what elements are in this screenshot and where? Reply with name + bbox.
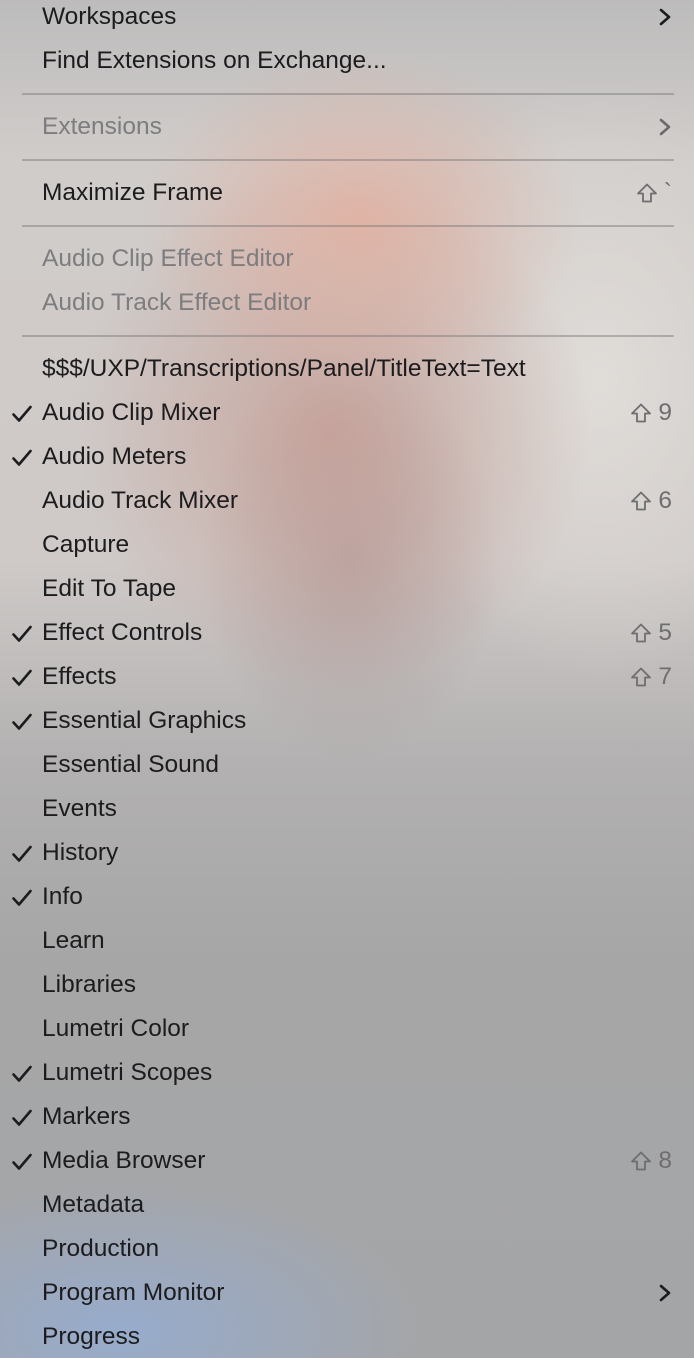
shortcut-key: 5 [658, 619, 672, 646]
menu-item-label: Audio Track Mixer [42, 487, 239, 514]
menu-item-label: Media Browser [42, 1147, 206, 1174]
menu-separator [22, 93, 674, 95]
menu-item-effect-controls[interactable]: Effect Controls 5 [0, 611, 694, 655]
shift-key-icon [631, 667, 652, 687]
menu-item-essential-graphics[interactable]: Essential Graphics [0, 699, 694, 743]
menu-item-audio-clip-effect-editor: Audio Clip Effect Editor [0, 237, 694, 281]
shift-key-icon [631, 403, 652, 423]
shift-key-icon [631, 623, 652, 643]
menu-item-audio-clip-mixer[interactable]: Audio Clip Mixer 9 [0, 391, 694, 435]
shift-key-icon [631, 1151, 652, 1171]
shortcut-key: 8 [658, 1147, 672, 1174]
menu-item-workspaces[interactable]: Workspaces [0, 0, 694, 39]
shortcut-key: ` [663, 179, 672, 206]
menu-item-label: Audio Clip Effect Editor [42, 245, 294, 272]
checkmark-icon [12, 625, 32, 642]
shortcut: 8 [630, 1139, 672, 1183]
shortcut-key: 9 [658, 399, 672, 426]
menu-item-label: Capture [42, 531, 130, 558]
menu-item-edit-to-tape[interactable]: Edit To Tape [0, 567, 694, 611]
menu-item-label: Audio Clip Mixer [42, 399, 221, 426]
menu-item-audio-track-mixer[interactable]: Audio Track Mixer 6 [0, 479, 694, 523]
checkmark-icon [12, 669, 32, 686]
menu-item-progress[interactable]: Progress [0, 1315, 694, 1358]
menu-item-media-browser[interactable]: Media Browser 8 [0, 1139, 694, 1183]
menu-item-history[interactable]: History [0, 831, 694, 875]
menu-item-label: Maximize Frame [42, 179, 224, 206]
menu-item-lumetri-scopes[interactable]: Lumetri Scopes [0, 1051, 694, 1095]
menu-separator [22, 335, 674, 337]
shortcut: ` [636, 171, 672, 215]
menu-item-label: Find Extensions on Exchange... [42, 47, 387, 74]
menu-item-program-monitor[interactable]: Program Monitor [0, 1271, 694, 1315]
menu-item-lumetri-color[interactable]: Lumetri Color [0, 1007, 694, 1051]
checkmark-icon [12, 889, 32, 906]
menu-item-essential-sound[interactable]: Essential Sound [0, 743, 694, 787]
menu-item-label: Markers [42, 1103, 131, 1130]
menu-item-label: Edit To Tape [42, 575, 176, 602]
menu-item-label: History [42, 839, 119, 866]
menu-item-libraries[interactable]: Libraries [0, 963, 694, 1007]
chevron-right-icon [659, 118, 671, 136]
chevron-right-icon [659, 1284, 671, 1302]
menu-item-learn[interactable]: Learn [0, 919, 694, 963]
menu-separator [22, 225, 674, 227]
shortcut: 9 [630, 391, 672, 435]
checkmark-icon [12, 449, 32, 466]
menu-item-label: Essential Sound [42, 751, 220, 778]
menu-item-label: Events [42, 795, 117, 822]
menu-item-uxp-transcriptions-panel-titletext-text[interactable]: $$$/UXP/Transcriptions/Panel/TitleText=T… [0, 347, 694, 391]
menu-item-label: Effect Controls [42, 619, 203, 646]
menu-item-label: Info [42, 883, 83, 910]
menu-item-info[interactable]: Info [0, 875, 694, 919]
shortcut: 5 [630, 611, 672, 655]
menu-item-capture[interactable]: Capture [0, 523, 694, 567]
menu-item-metadata[interactable]: Metadata [0, 1183, 694, 1227]
menu-item-label: Progress [42, 1323, 141, 1350]
checkmark-icon [12, 405, 32, 422]
menu-item-label: Metadata [42, 1191, 145, 1218]
menu-item-maximize-frame[interactable]: Maximize Frame ` [0, 171, 694, 215]
menu-item-find-extensions-on-exchange[interactable]: Find Extensions on Exchange... [0, 39, 694, 83]
menu-separator [22, 159, 674, 161]
window-menu: Workspaces Find Extensions on Exchange...… [0, 0, 694, 1358]
checkmark-icon [12, 1065, 32, 1082]
menu-item-label: Audio Track Effect Editor [42, 289, 312, 316]
menu-item-label: Audio Meters [42, 443, 187, 470]
menu-item-extensions: Extensions [0, 105, 694, 149]
menu-item-label: Extensions [42, 113, 162, 140]
menu-item-events[interactable]: Events [0, 787, 694, 831]
shortcut-key: 7 [658, 663, 672, 690]
shortcut: 7 [630, 655, 672, 699]
menu-item-label: Workspaces [42, 3, 177, 30]
menu-item-effects[interactable]: Effects 7 [0, 655, 694, 699]
menu-item-audio-track-effect-editor: Audio Track Effect Editor [0, 281, 694, 325]
checkmark-icon [12, 1109, 32, 1126]
checkmark-icon [12, 845, 32, 862]
menu-item-label: Libraries [42, 971, 136, 998]
menu-item-label: Learn [42, 927, 105, 954]
checkmark-icon [12, 1153, 32, 1170]
menu-item-label: Lumetri Scopes [42, 1059, 213, 1086]
menu-item-audio-meters[interactable]: Audio Meters [0, 435, 694, 479]
menu-item-label: Effects [42, 663, 117, 690]
shortcut: 6 [630, 479, 672, 523]
chevron-right-icon [659, 8, 671, 26]
menu-item-production[interactable]: Production [0, 1227, 694, 1271]
shift-key-icon [631, 491, 652, 511]
menu-item-label: Program Monitor [42, 1279, 225, 1306]
menu-item-label: Essential Graphics [42, 707, 247, 734]
menu-item-markers[interactable]: Markers [0, 1095, 694, 1139]
menu-item-label: Production [42, 1235, 160, 1262]
shortcut-key: 6 [658, 487, 672, 514]
menu-item-label: Lumetri Color [42, 1015, 190, 1042]
shift-key-icon [636, 183, 657, 203]
menu-item-label: $$$/UXP/Transcriptions/Panel/TitleText=T… [42, 355, 526, 382]
checkmark-icon [12, 713, 32, 730]
